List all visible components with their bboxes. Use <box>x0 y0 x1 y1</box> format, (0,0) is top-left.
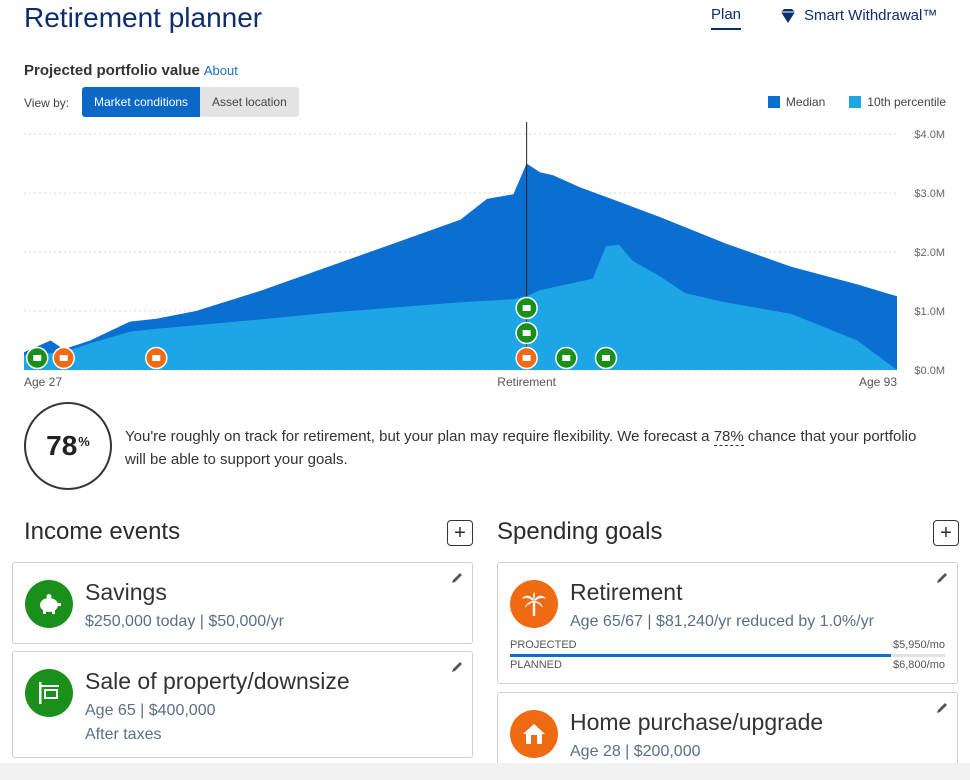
probability-suffix: % <box>78 433 90 449</box>
x-label-end: Age 93 <box>859 375 897 389</box>
app-title: Retirement planner <box>24 2 263 33</box>
view-by-label: View by: <box>24 96 70 110</box>
projected-label: PROJECTED <box>510 639 577 651</box>
edit-pencil-icon[interactable] <box>935 701 949 715</box>
cash-icon[interactable] <box>515 321 538 345</box>
footer-strip <box>0 763 970 780</box>
projected-progress-track <box>510 654 945 657</box>
event-marker-glyph <box>59 355 68 361</box>
goal-card-title: Retirement <box>570 579 683 605</box>
income-events-title: Income events <box>24 518 181 545</box>
money-bill-icon[interactable] <box>594 346 618 370</box>
y-axis-labels: $0.0M $1.0M $2.0M $3.0M $4.0M <box>914 129 945 377</box>
portfolio-chart[interactable]: $0.0M $1.0M $2.0M $3.0M $4.0M Age 27 Retirem… <box>0 118 970 396</box>
income-card-savings[interactable]: Savings $250,000 today | $50,000/yr <box>12 562 473 644</box>
goal-card-detail: Age 28 | $200,000 <box>570 743 701 760</box>
graduation-cap-icon[interactable] <box>145 346 168 370</box>
income-card-title: Sale of property/downsize <box>85 668 350 694</box>
goal-card-detail: Age 65/67 | $81,240/yr reduced by 1.0%/y… <box>570 613 874 630</box>
legend-tenth-swatch <box>849 96 862 108</box>
probability-summary: You're roughly on track for retirement, … <box>125 425 925 471</box>
sign-post-icon <box>25 669 73 717</box>
chart-legend: Median 10th percentile <box>767 95 946 109</box>
legend-tenth: 10th percentile <box>849 95 946 109</box>
legend-median-swatch <box>767 96 780 108</box>
projected-value: $5,950/mo <box>893 639 945 651</box>
about-link[interactable]: About <box>204 63 238 78</box>
diamond-icon <box>781 8 795 23</box>
event-marker-glyph <box>602 355 610 361</box>
probability-value: 78 <box>46 430 78 461</box>
income-card-detail: Age 65 | $400,000 <box>85 702 216 719</box>
cash-icon[interactable] <box>555 346 578 370</box>
legend-median-label: Median <box>785 95 826 109</box>
toggle-market-conditions[interactable]: Market conditions <box>82 87 201 117</box>
goal-card-title: Home purchase/upgrade <box>570 709 824 735</box>
income-card-sale-of-property[interactable]: Sale of property/downsize Age 65 | $400,… <box>12 651 473 758</box>
house-icon[interactable] <box>52 346 75 370</box>
planned-label: PLANNED <box>510 659 562 671</box>
edit-pencil-icon[interactable] <box>450 660 464 674</box>
planned-value: $6,800/mo <box>893 659 945 671</box>
goal-card-home-purchase[interactable]: Home purchase/upgrade Age 28 | $200,000 <box>497 692 958 772</box>
x-label-retirement: Retirement <box>497 375 556 389</box>
x-label-start: Age 27 <box>24 375 62 389</box>
success-probability-badge: 78% <box>24 402 112 490</box>
event-marker-glyph <box>152 355 161 361</box>
legend-tenth-label: 10th percentile <box>867 95 946 109</box>
goal-card-retirement[interactable]: Retirement Age 65/67 | $81,240/yr reduce… <box>497 562 958 684</box>
nav-smart-withdrawal-tab[interactable]: Smart Withdrawal™ <box>780 7 937 24</box>
projected-progress-fill <box>510 654 891 657</box>
add-spending-goal-button[interactable]: + <box>933 520 959 546</box>
y-tick-label: $3.0M <box>914 188 945 200</box>
event-marker-glyph <box>522 305 531 311</box>
y-tick-label: $1.0M <box>914 306 945 318</box>
toggle-asset-location[interactable]: Asset location <box>200 87 299 117</box>
view-toggle: Market conditions Asset location <box>82 87 299 117</box>
palm-tree-icon <box>510 580 558 628</box>
event-marker-glyph <box>522 330 531 336</box>
y-tick-label: $2.0M <box>914 247 945 259</box>
projected-row: PROJECTED $5,950/mo <box>510 639 945 651</box>
house-icon <box>510 710 558 758</box>
piggy-bank-icon <box>25 580 73 628</box>
summary-highlight[interactable]: 78% <box>713 428 744 446</box>
y-tick-label: $4.0M <box>914 129 945 141</box>
piggy-bank-icon[interactable] <box>25 346 49 370</box>
palm-tree-icon[interactable] <box>515 346 538 370</box>
income-card-title: Savings <box>85 579 167 605</box>
edit-pencil-icon[interactable] <box>450 571 464 585</box>
nav-smart-withdrawal-label: Smart Withdrawal™ <box>804 7 938 24</box>
event-marker-glyph <box>33 355 42 361</box>
income-card-detail: $250,000 today | $50,000/yr <box>85 613 284 630</box>
event-marker-glyph <box>522 355 531 361</box>
planned-row: PLANNED $6,800/mo <box>510 659 945 671</box>
summary-text-before: You're roughly on track for retirement, … <box>125 428 714 445</box>
chart-title: Projected portfolio value <box>24 62 200 79</box>
spending-goals-title: Spending goals <box>497 518 663 545</box>
add-income-event-button[interactable]: + <box>447 520 473 546</box>
income-card-note: After taxes <box>85 726 162 743</box>
event-marker-glyph <box>562 355 571 361</box>
legend-median: Median <box>767 95 826 109</box>
edit-pencil-icon[interactable] <box>935 571 949 585</box>
sign-post-icon[interactable] <box>515 296 538 320</box>
nav-plan-tab[interactable]: Plan <box>711 6 742 30</box>
y-tick-label: $0.0M <box>914 365 945 377</box>
chart-heading: Projected portfolio value About <box>24 62 238 79</box>
